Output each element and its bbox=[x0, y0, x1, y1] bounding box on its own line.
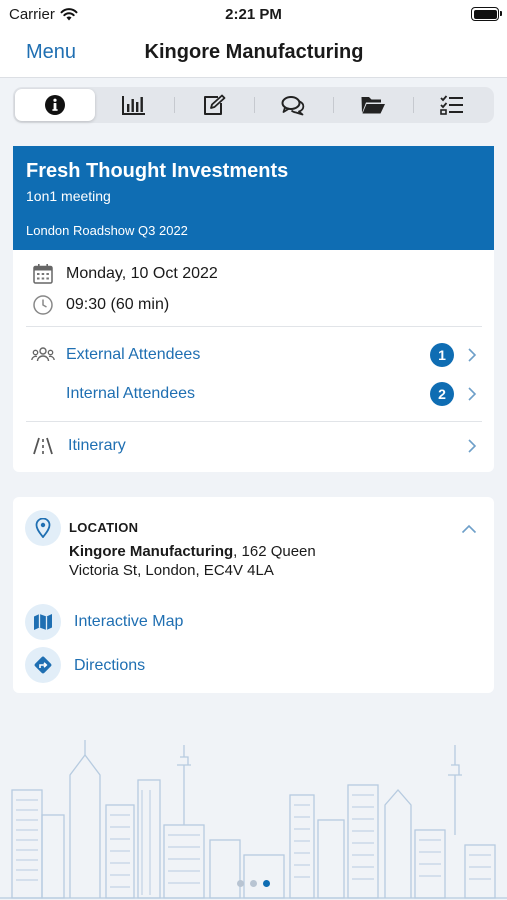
chevron-right-icon bbox=[468, 387, 477, 401]
time-row: 09:30 (60 min) bbox=[13, 293, 494, 317]
interactive-map-link[interactable]: Interactive Map bbox=[74, 613, 183, 631]
meeting-time: 09:30 (60 min) bbox=[66, 296, 170, 313]
page-dot-active bbox=[263, 880, 270, 887]
clock-icon bbox=[31, 293, 55, 317]
checklist-icon bbox=[440, 95, 464, 115]
city-skyline-illustration bbox=[0, 740, 507, 899]
event-name: London Roadshow Q3 2022 bbox=[26, 223, 188, 238]
folder-icon bbox=[361, 97, 385, 114]
meeting-type: 1on1 meeting bbox=[26, 188, 111, 204]
date-row: Monday, 10 Oct 2022 bbox=[13, 262, 494, 286]
map-icon bbox=[25, 604, 61, 640]
calendar-icon bbox=[31, 262, 55, 286]
tab-tasks[interactable] bbox=[412, 89, 493, 121]
directions-link[interactable]: Directions bbox=[74, 657, 145, 675]
tab-discussion[interactable] bbox=[253, 89, 334, 121]
external-attendees-row[interactable]: External Attendees 1 bbox=[13, 343, 494, 367]
divider bbox=[26, 421, 482, 422]
navigation-bar: Menu Kingore Manufacturing bbox=[0, 30, 507, 78]
edit-icon bbox=[203, 94, 226, 115]
status-bar: Carrier 2:21 PM bbox=[0, 0, 507, 30]
chat-icon bbox=[281, 96, 305, 116]
divider bbox=[26, 326, 482, 327]
battery-icon bbox=[471, 7, 502, 21]
itinerary-label: Itinerary bbox=[68, 437, 126, 454]
directions-icon bbox=[25, 647, 61, 683]
meeting-details: Monday, 10 Oct 2022 09:30 (60 min) Exter… bbox=[13, 250, 494, 472]
page-dot bbox=[250, 880, 257, 887]
info-icon bbox=[44, 95, 65, 115]
chevron-right-icon bbox=[468, 439, 477, 453]
external-attendees-label: External Attendees bbox=[66, 346, 201, 363]
internal-attendees-label: Internal Attendees bbox=[66, 385, 195, 402]
itinerary-row[interactable]: Itinerary bbox=[13, 434, 494, 458]
page-indicator[interactable] bbox=[0, 880, 507, 887]
location-card: LOCATION Kingore Manufacturing, 162 Quee… bbox=[13, 497, 494, 693]
location-heading: LOCATION bbox=[69, 520, 139, 535]
meeting-title: Fresh Thought Investments bbox=[26, 160, 289, 182]
location-pin-icon bbox=[25, 510, 61, 546]
road-icon bbox=[31, 434, 55, 458]
people-icon bbox=[31, 343, 55, 367]
section-tabs bbox=[13, 87, 494, 123]
tab-documents[interactable] bbox=[333, 89, 413, 121]
location-address: Kingore Manufacturing, 162 Queen Victori… bbox=[69, 542, 369, 580]
internal-attendees-row[interactable]: Internal Attendees 2 bbox=[13, 382, 494, 406]
chevron-up-icon[interactable] bbox=[461, 524, 477, 534]
meeting-date: Monday, 10 Oct 2022 bbox=[66, 265, 218, 282]
page-dot bbox=[237, 880, 244, 887]
external-attendees-count: 1 bbox=[430, 343, 454, 367]
internal-attendees-count: 2 bbox=[430, 382, 454, 406]
venue-name: Kingore Manufacturing bbox=[69, 543, 234, 560]
bar-chart-icon bbox=[122, 96, 146, 115]
clock: 2:21 PM bbox=[225, 6, 282, 23]
chevron-right-icon bbox=[468, 348, 477, 362]
page-title: Kingore Manufacturing bbox=[144, 41, 364, 63]
tab-statistics[interactable] bbox=[95, 89, 175, 121]
tab-notes[interactable] bbox=[174, 89, 254, 121]
tab-info[interactable] bbox=[15, 89, 95, 121]
meeting-header: Fresh Thought Investments 1on1 meeting L… bbox=[13, 146, 494, 250]
